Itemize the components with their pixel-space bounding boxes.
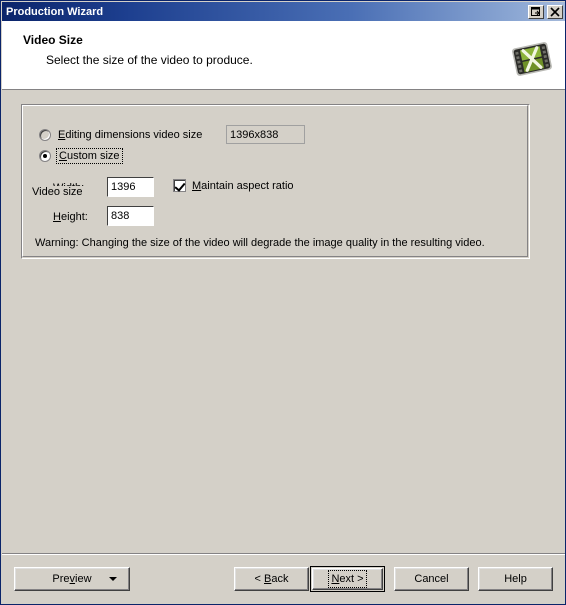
wizard-header: Video Size Select the size of the video … bbox=[2, 21, 565, 90]
wizard-body: Editing dimensions video size Custom siz… bbox=[2, 90, 565, 553]
video-size-groupbox: Editing dimensions video size Custom siz… bbox=[21, 104, 530, 259]
camtasia-video-icon bbox=[508, 35, 556, 83]
maintain-aspect-ratio-label: Maintain aspect ratio bbox=[192, 179, 294, 192]
restore-button[interactable] bbox=[528, 4, 544, 19]
radio-custom-size-mark[interactable] bbox=[39, 150, 51, 162]
preview-button[interactable]: Preview bbox=[14, 567, 130, 591]
radio-custom-size[interactable]: Custom size bbox=[39, 148, 123, 164]
radio-editing-dimensions-mark[interactable] bbox=[39, 129, 51, 141]
window-title: Production Wizard bbox=[6, 5, 104, 18]
production-wizard-window: Production Wizard Video Size Select the … bbox=[0, 0, 566, 605]
radio-editing-dimensions-label: Editing dimensions video size bbox=[58, 129, 203, 141]
editing-dimensions-value-field bbox=[226, 125, 305, 144]
size-warning-text: Warning: Changing the size of the video … bbox=[35, 237, 485, 249]
next-button-label: Next > bbox=[328, 570, 367, 588]
preview-button-label: Preview bbox=[52, 573, 92, 585]
restore-icon bbox=[531, 6, 540, 16]
chevron-down-icon[interactable] bbox=[109, 577, 117, 581]
close-button[interactable] bbox=[547, 4, 563, 19]
height-input[interactable] bbox=[107, 206, 154, 226]
radio-custom-size-label: Custom size bbox=[56, 148, 123, 164]
maintain-aspect-ratio-mark[interactable] bbox=[173, 179, 186, 192]
radio-editing-dimensions[interactable]: Editing dimensions video size bbox=[39, 129, 202, 141]
maintain-aspect-ratio-checkbox[interactable]: Maintain aspect ratio bbox=[173, 179, 294, 192]
cancel-button[interactable]: Cancel bbox=[394, 567, 469, 591]
groupbox-legend: Video size bbox=[29, 186, 86, 198]
close-icon bbox=[550, 6, 560, 17]
height-label: Height: bbox=[53, 211, 88, 223]
page-subtitle: Select the size of the video to produce. bbox=[46, 53, 253, 67]
help-button[interactable]: Help bbox=[478, 567, 553, 591]
help-button-label: Help bbox=[504, 573, 527, 585]
page-title: Video Size bbox=[23, 33, 83, 47]
width-input[interactable] bbox=[107, 177, 154, 197]
footer-separator bbox=[2, 553, 565, 555]
title-bar[interactable]: Production Wizard bbox=[2, 2, 565, 21]
cancel-button-label: Cancel bbox=[414, 573, 449, 585]
wizard-footer: Preview < Back Next > Cancel Help bbox=[2, 553, 565, 604]
back-button[interactable]: < Back bbox=[234, 567, 309, 591]
back-button-label: < Back bbox=[254, 573, 289, 585]
next-button[interactable]: Next > bbox=[310, 566, 385, 592]
